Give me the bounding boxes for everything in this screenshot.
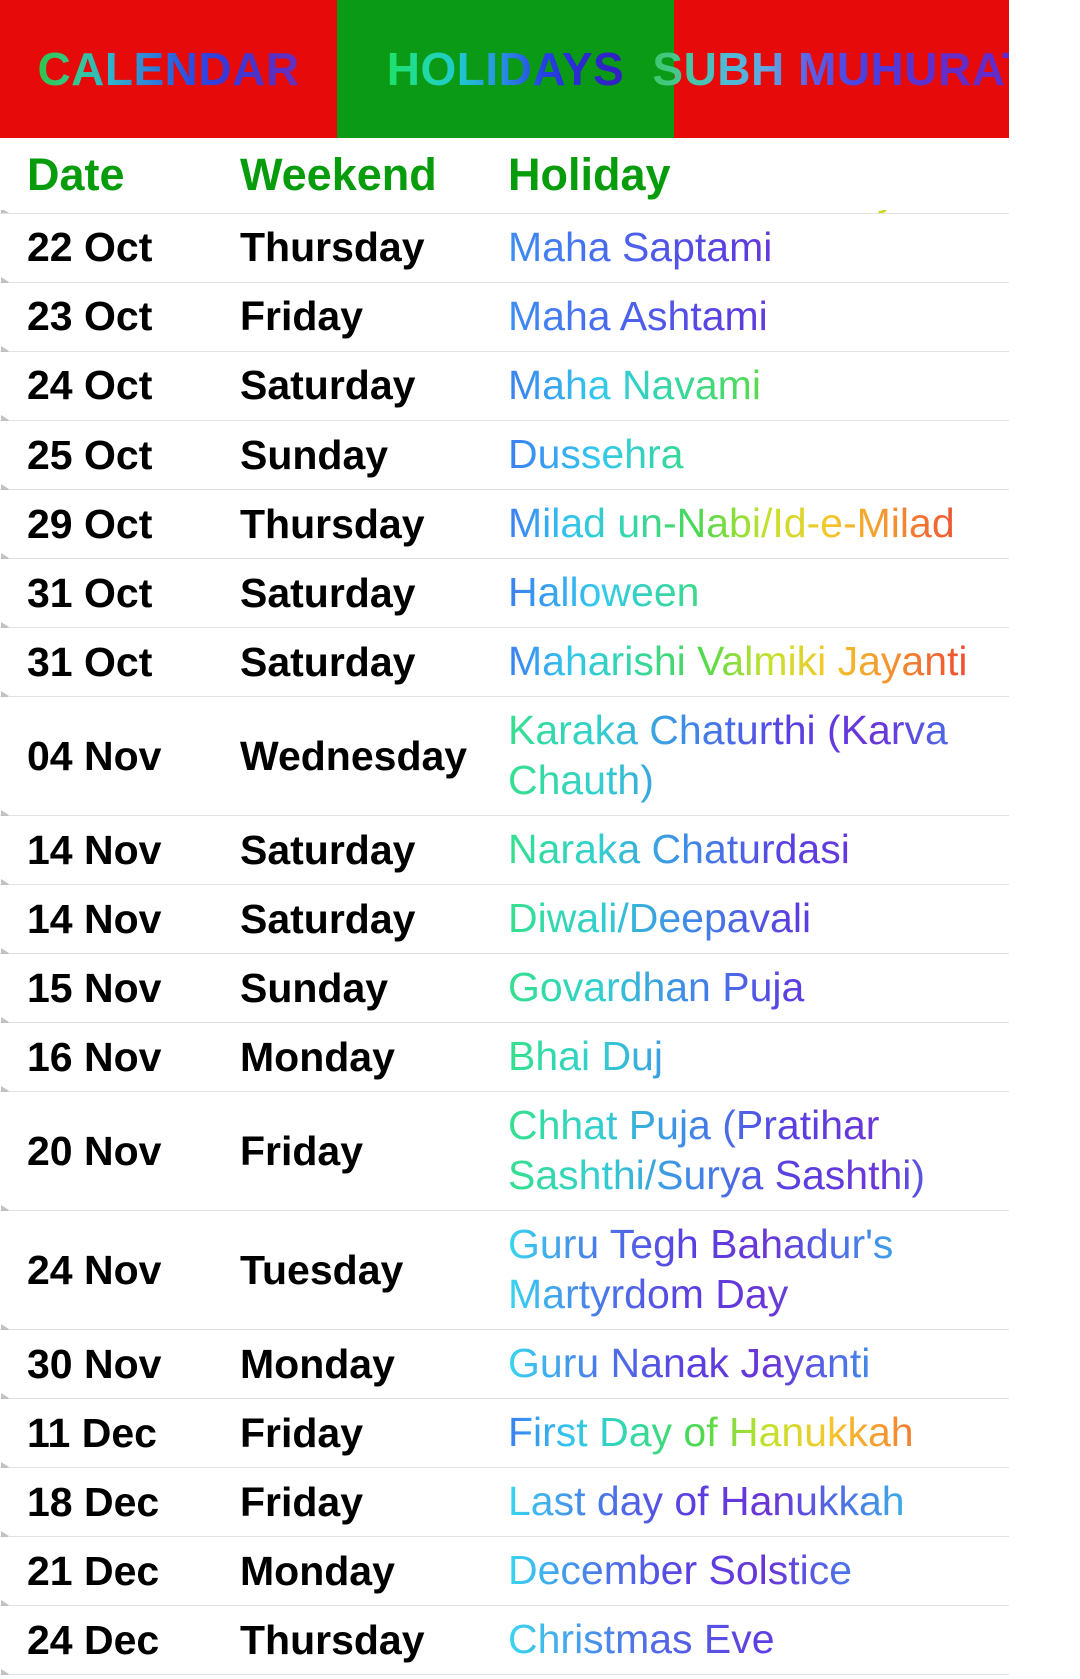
tab-holidays[interactable]: HOLIDAYS	[337, 0, 674, 138]
cell-holiday: Bhai Duj	[508, 1023, 1009, 1091]
cell-date: 31 Oct	[27, 638, 153, 685]
table-row[interactable]: 25 Oct Sunday Dussehra	[0, 421, 1009, 495]
cell-holiday: Last day of Hanukkah	[508, 1468, 1009, 1536]
tab-bar: CALENDAR HOLIDAYS SUBH MUHURAT	[0, 0, 1009, 138]
holidays-table[interactable]: Date Weekend Holiday 02 OctFridayMahatma…	[0, 138, 1009, 1679]
cell-weekend: Friday	[240, 1478, 364, 1525]
cell-weekend: Saturday	[240, 569, 416, 616]
table-row[interactable]: 20 Nov Friday Chhat Puja (Pratihar Sashthi…	[0, 1092, 1009, 1216]
cell-date: 16 Nov	[27, 1033, 162, 1080]
cell-date: 21 Dec	[27, 1547, 160, 1594]
cell-date: 30 Nov	[27, 1340, 162, 1387]
tab-subh-muhurat[interactable]: SUBH MUHURAT	[652, 0, 1009, 138]
table-row[interactable]: 23 Oct Friday Maha Ashtami	[0, 283, 1009, 357]
cell-weekend: Saturday	[240, 826, 416, 873]
cell-holiday: Naraka Chaturdasi	[508, 816, 1009, 884]
cell-date: 02 Oct	[0, 195, 240, 203]
table-row[interactable]: 25 DecFridayChristmas	[0, 1675, 1009, 1679]
cell-weekend: Sunday	[240, 431, 389, 478]
cell-date: 22 Oct	[27, 224, 153, 271]
cell-date: 24 Dec	[27, 1616, 160, 1663]
table-row[interactable]: 24 Oct Saturday Maha Navami	[0, 352, 1009, 426]
cell-weekend: Tuesday	[240, 1246, 404, 1293]
cell-date: 11 Dec	[27, 1409, 157, 1456]
column-header-holiday: Holiday	[508, 148, 671, 200]
cell-weekend: Saturday	[240, 362, 416, 409]
cell-date: 14 Nov	[27, 895, 162, 942]
cell-holiday: Govardhan Puja	[508, 954, 1009, 1022]
cell-date: 24 Oct	[27, 362, 153, 409]
cell-holiday: First Day of Hanukkah	[508, 1399, 1009, 1467]
cell-holiday: Maha Saptami	[508, 214, 1009, 282]
table-row[interactable]: 31 Oct Saturday Halloween	[0, 559, 1009, 633]
cell-weekend: Saturday	[240, 638, 416, 685]
cell-date: 20 Nov	[27, 1127, 162, 1174]
cell-holiday: Guru Nanak Jayanti	[508, 1330, 1009, 1398]
cell-holiday: Karaka Chaturthi (Karva Chauth)	[508, 697, 1009, 815]
cell-weekend: Monday	[240, 1340, 395, 1387]
table-row[interactable]: 16 Nov Monday Bhai Duj	[0, 1023, 1009, 1097]
cell-date: 18 Dec	[27, 1478, 160, 1525]
cell-holiday: Maha Navami	[508, 352, 1009, 420]
tab-holidays-label: HOLIDAYS	[386, 43, 625, 95]
table-row[interactable]: 22 Oct Thursday Maha Saptami	[0, 214, 1009, 288]
table-row[interactable]: 11 Dec Friday First Day of Hanukkah	[0, 1399, 1009, 1473]
cell-holiday: Halloween	[508, 559, 1009, 627]
cell-weekend: Sunday	[240, 964, 389, 1011]
table-row[interactable]: 18 Dec Friday Last day of Hanukkah	[0, 1468, 1009, 1542]
cell-weekend: Monday	[240, 1033, 395, 1080]
cell-holiday: Guru Tegh Bahadur's Martyrdom Day	[508, 1211, 1009, 1329]
cell-weekend: Thursday	[240, 1616, 425, 1663]
cell-holiday: Maharishi Valmiki Jayanti	[508, 628, 1009, 696]
table-row[interactable]: 02 OctFridayMahatma Gandhi Jayanti	[0, 195, 1009, 214]
cell-date: 04 Nov	[27, 732, 162, 779]
table-row[interactable]: 24 Dec Thursday Christmas Eve	[0, 1606, 1009, 1679]
cell-weekend: Thursday	[240, 224, 425, 271]
cell-holiday: December Solstice	[508, 1537, 1009, 1605]
table-row[interactable]: 30 Nov Monday Guru Nanak Jayanti	[0, 1330, 1009, 1404]
cell-holiday: Dussehra	[508, 421, 1009, 489]
cell-date: 24 Nov	[27, 1246, 162, 1293]
table-body: 02 OctFridayMahatma Gandhi Jayanti22 Oct…	[0, 195, 1009, 1679]
cell-holiday: Christmas	[508, 1675, 1009, 1679]
cell-holiday: Diwali/Deepavali	[508, 885, 1009, 953]
cell-weekend: Monday	[240, 1547, 395, 1594]
table-row[interactable]: 15 Nov Sunday Govardhan Puja	[0, 954, 1009, 1028]
cell-date: 14 Nov	[27, 826, 162, 873]
tab-subh-muhurat-label: SUBH MUHURAT	[652, 46, 1009, 92]
cell-holiday: Chhat Puja (Pratihar Sashthi/Surya Sasht…	[508, 1092, 1009, 1210]
cell-date: 29 Oct	[27, 500, 153, 547]
cell-holiday: Mahatma Gandhi Jayanti	[508, 195, 1009, 213]
cell-holiday: Milad un-Nabi/Id-e-Milad	[508, 490, 1009, 558]
cell-holiday: Christmas Eve	[508, 1606, 1009, 1674]
table-row[interactable]: 14 Nov Saturday Diwali/Deepavali	[0, 885, 1009, 959]
table-row[interactable]: 21 Dec Monday December Solstice	[0, 1537, 1009, 1611]
table-row[interactable]: 24 Nov Tuesday Guru Tegh Bahadur's Martyrd…	[0, 1211, 1009, 1335]
table-row[interactable]: 29 Oct Thursday Milad un-Nabi/Id-e-Milad	[0, 490, 1009, 564]
cell-weekend: Friday	[240, 1409, 364, 1456]
tab-calendar[interactable]: CALENDAR	[0, 0, 337, 138]
cell-weekend: Thursday	[240, 500, 425, 547]
cell-holiday: Maha Ashtami	[508, 283, 1009, 351]
table-row[interactable]: 14 Nov Saturday Naraka Chaturdasi	[0, 816, 1009, 890]
table-row[interactable]: 04 Nov Wednesday Karaka Chaturthi (Karva C…	[0, 697, 1009, 821]
cell-weekend: Wednesday	[240, 732, 468, 779]
cell-weekend: Friday	[240, 293, 364, 340]
cell-weekend: Friday	[240, 1127, 364, 1174]
table-row[interactable]: 31 Oct Saturday Maharishi Valmiki Jayanti	[0, 628, 1009, 702]
cell-date: 23 Oct	[27, 293, 153, 340]
tab-calendar-label: CALENDAR	[37, 43, 300, 95]
cell-date: 15 Nov	[27, 964, 162, 1011]
column-header-date: Date	[27, 148, 125, 200]
column-header-weekend: Weekend	[240, 148, 437, 200]
cell-weekend: Saturday	[240, 895, 416, 942]
cell-weekend: Friday	[240, 195, 508, 203]
cell-date: 31 Oct	[27, 569, 153, 616]
cell-date: 25 Oct	[27, 431, 153, 478]
